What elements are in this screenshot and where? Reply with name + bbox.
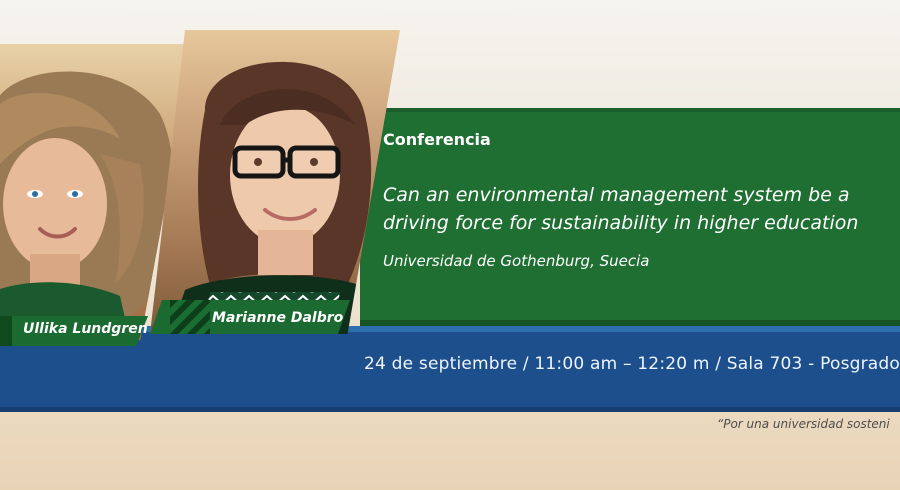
speaker-name-marianne: Marianne Dalbro bbox=[212, 310, 344, 326]
event-band-bottom-stripe bbox=[0, 407, 900, 412]
event-details: 24 de septiembre / 11:00 am – 12:20 m / … bbox=[364, 354, 900, 374]
event-title: Can an environmental management system b… bbox=[383, 181, 900, 237]
title-band-topline bbox=[360, 108, 900, 112]
nametag-pattern bbox=[0, 316, 12, 346]
event-type-label: Conferencia bbox=[383, 130, 491, 149]
event-title-line-1: Can an environmental management system b… bbox=[383, 184, 850, 206]
footer-tagline: “Por una universidad sosteni bbox=[717, 417, 890, 431]
nametag-pattern bbox=[170, 300, 210, 334]
event-title-line-2: driving force for sustainability in high… bbox=[383, 212, 859, 234]
event-institution: Universidad de Gothenburg, Suecia bbox=[383, 252, 650, 270]
speaker-name-ullika: Ullika Lundgren bbox=[23, 321, 148, 337]
